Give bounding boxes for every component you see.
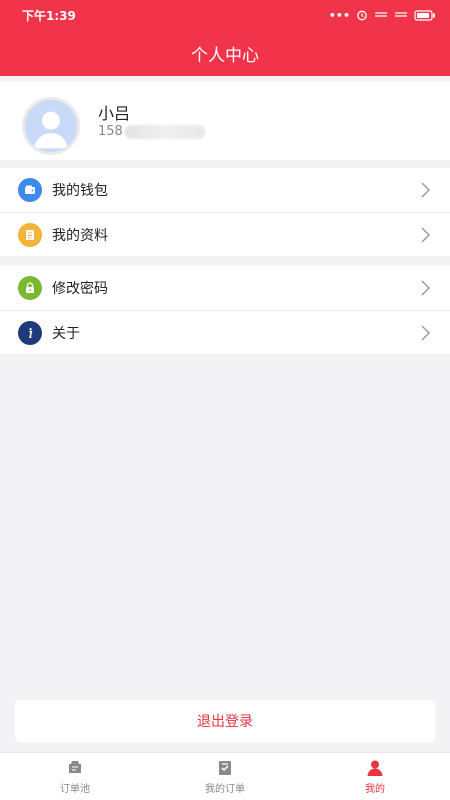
- menu-item-wallet[interactable]: 我的钱包: [0, 168, 450, 212]
- menu-item-about[interactable]: 关于: [0, 310, 450, 354]
- profile-doc-icon: [18, 222, 42, 247]
- menu-group-settings: 修改密码 关于: [0, 266, 450, 354]
- status-time: 下午1:39: [22, 8, 76, 23]
- profile-card[interactable]: 小吕 158: [0, 82, 450, 160]
- signal-icon: [395, 12, 407, 17]
- profile-phone: 158: [98, 124, 205, 139]
- chevron-right-icon: [421, 182, 430, 198]
- phone-number: 158: [98, 124, 123, 139]
- menu-item-label: 我的资料: [52, 227, 108, 244]
- order-pool-icon: [69, 761, 81, 773]
- menu-item-label: 关于: [52, 325, 80, 342]
- info-icon: [18, 320, 42, 345]
- my-orders-icon: [219, 761, 231, 775]
- tab-label: 订单池: [60, 784, 90, 795]
- lock-icon: [18, 276, 42, 300]
- wifi-icon: [375, 12, 387, 17]
- avatar-placeholder-icon: [25, 100, 77, 152]
- menu-item-profile-info[interactable]: 我的资料: [0, 212, 450, 256]
- status-bar: 下午1:39 •••: [0, 0, 450, 30]
- menu-item-label: 我的钱包: [52, 183, 108, 199]
- logout-button[interactable]: 退出登录: [15, 700, 435, 742]
- menu-group-account: 我的钱包 我的资料: [0, 168, 450, 256]
- user-icon: [367, 760, 383, 776]
- chevron-right-icon: [421, 325, 430, 341]
- menu-item-label: 修改密码: [52, 281, 108, 297]
- battery-icon: [414, 9, 435, 21]
- tab-order-pool[interactable]: 订单池: [0, 753, 150, 800]
- status-icons: •••: [329, 9, 436, 22]
- chevron-right-icon: [421, 227, 430, 243]
- page-header: 个人中心: [0, 30, 450, 76]
- wallet-icon: [18, 178, 42, 202]
- avatar[interactable]: [22, 97, 80, 155]
- bottom-tab-bar: 订单池 我的订单 我的: [0, 752, 450, 800]
- dots-icon: •••: [328, 8, 350, 22]
- tab-my-orders[interactable]: 我的订单: [150, 753, 300, 800]
- alarm-icon: [357, 10, 367, 21]
- chevron-right-icon: [421, 280, 430, 296]
- profile-name: 小吕: [98, 104, 131, 123]
- tab-label: 我的: [365, 784, 385, 795]
- phone-redaction: [124, 124, 205, 139]
- tab-mine[interactable]: 我的: [300, 753, 450, 800]
- page-title: 个人中心: [191, 45, 259, 66]
- tab-label: 我的订单: [205, 784, 245, 795]
- menu-item-change-password[interactable]: 修改密码: [0, 266, 450, 310]
